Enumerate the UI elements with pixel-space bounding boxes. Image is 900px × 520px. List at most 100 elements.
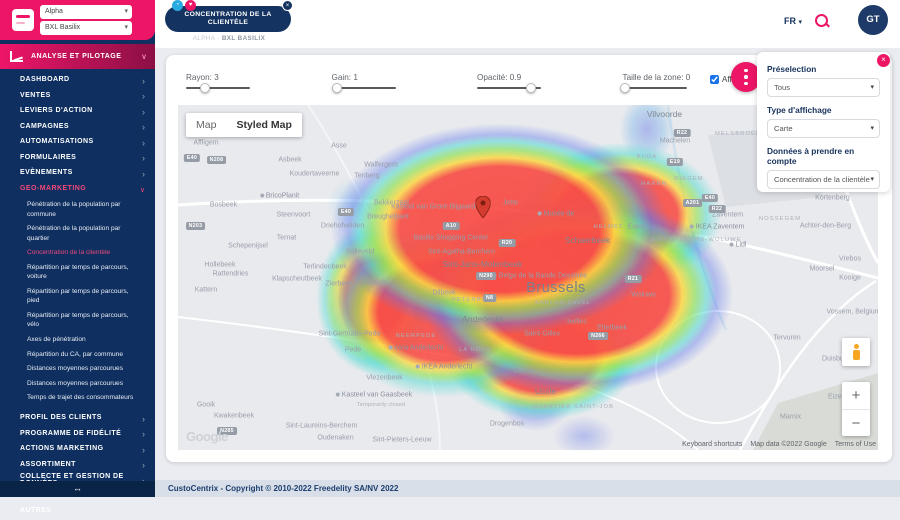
sidebar-item[interactable]: LEVIERS D'ACTION: [0, 103, 155, 119]
filter-badge-icon[interactable]: ◔: [172, 0, 183, 11]
road-badge: N290: [476, 272, 496, 280]
sidebar-item[interactable]: FORMULAIRES: [0, 150, 155, 166]
field-label: Type d'affichage: [767, 105, 880, 115]
map-place-label: Zibbeek: [362, 279, 387, 286]
map-place-label: Vossem, Belgium: [826, 309, 878, 316]
company-select[interactable]: Alpha: [40, 5, 132, 19]
submenu-item[interactable]: Pénétration de la population par commune: [27, 200, 139, 219]
submenu-item[interactable]: Concentration de la clientèle: [27, 248, 139, 258]
sidebar-item[interactable]: PROGRAMME DE FIDÉLITÉ: [0, 425, 155, 441]
road-badge: R21: [625, 275, 642, 283]
close-pill-icon[interactable]: ×: [282, 0, 293, 11]
map-place-label: Zierbeek: [325, 281, 352, 288]
map-place-label: Kortenberg: [815, 195, 850, 202]
submenu-item[interactable]: Répartition par temps de parcours, voitu…: [27, 263, 139, 282]
slider-track[interactable]: [332, 87, 396, 89]
slider-track[interactable]: [623, 87, 687, 89]
map-place-label: Drogenbos: [490, 421, 524, 428]
map-place-label: cora Anderlecht: [389, 345, 444, 352]
sidebar-item[interactable]: PROFIL DES CLIENTS: [0, 410, 155, 426]
slider-label: Rayon: 3: [186, 73, 302, 82]
submenu-item-label: Pénétration de la population par quartie…: [27, 225, 120, 242]
map-marker-pin[interactable]: [476, 196, 491, 218]
breadcrumb: ALPHA - BXL BASILIX: [155, 35, 303, 42]
sidebar-item[interactable]: EVÈNEMENTS: [0, 165, 155, 181]
sidebar-item-label: PROFIL DES CLIENTS: [20, 414, 102, 421]
submenu-item-label: Répartition par temps de parcours, pied: [27, 288, 129, 305]
submenu-item[interactable]: Temps de trajet des consommateurs: [27, 393, 139, 403]
slider-track[interactable]: [477, 87, 541, 89]
map-place-label: Tenberg: [354, 172, 379, 179]
favorite-heart-icon[interactable]: ♥: [185, 0, 196, 11]
sidebar-item[interactable]: ASSORTIMENT: [0, 456, 155, 472]
language-selector[interactable]: FR: [784, 16, 802, 26]
search-icon[interactable]: [814, 13, 830, 29]
google-logo[interactable]: Google: [186, 429, 228, 444]
map-place-label: Brussels: [526, 280, 586, 296]
sidebar-collapse-button[interactable]: ↔: [0, 481, 155, 497]
settings-field: Préselection Tous: [767, 64, 880, 97]
footer: CustoCentrix - Copyright © 2010-2022 Fre…: [155, 480, 900, 497]
slider-track[interactable]: [186, 87, 250, 89]
sidebar-item[interactable]: AUTOMATISATIONS: [0, 134, 155, 150]
submenu-item-label: Pénétration de la population par commune: [27, 201, 120, 218]
map-place-label: Saint-Gilles: [524, 331, 560, 338]
submenu-item[interactable]: Distances moyennes parcourues: [27, 364, 139, 374]
field-select[interactable]: Tous: [767, 78, 880, 97]
sidebar-item-label: AUTOMATISATIONS: [20, 138, 94, 145]
slider-label: Opacité: 0.9: [477, 73, 593, 82]
submenu-item[interactable]: Pénétration de la population par quartie…: [27, 224, 139, 243]
close-panel-icon[interactable]: ×: [877, 54, 890, 67]
slider-handle[interactable]: [332, 83, 342, 93]
map-place-label: Sint-Jans-Molenbeek: [443, 259, 523, 269]
road-badge: E19: [667, 158, 683, 166]
map-place-label: Buda: [637, 154, 658, 160]
keyboard-shortcuts-link[interactable]: Keyboard shortcuts: [682, 441, 742, 448]
map-type-styled-button[interactable]: Styled Map: [226, 113, 301, 137]
submenu-item-label: Répartition par temps de parcours, vélo: [27, 312, 129, 329]
sidebar-item[interactable]: AUTRES: [0, 503, 155, 519]
avatar[interactable]: GT: [858, 5, 888, 35]
map-place-label: Evere: [627, 224, 645, 231]
submenu-item[interactable]: Répartition par temps de parcours, vélo: [27, 311, 139, 330]
map-place-label: Driehofvelden: [321, 222, 364, 229]
submenu-item[interactable]: Répartition par temps de parcours, pied: [27, 287, 139, 306]
submenu-item[interactable]: Axes de pénétration: [27, 335, 139, 345]
sidebar-item[interactable]: CAMPAGNES: [0, 119, 155, 135]
slider: Opacité: 0.9: [477, 73, 593, 89]
slider-handle[interactable]: [526, 83, 536, 93]
map-place-label: Nossegem: [759, 216, 801, 222]
field-select[interactable]: Concentration de la clientèle: [767, 170, 880, 189]
field-select[interactable]: Carte: [767, 119, 880, 138]
zoom-out-button[interactable]: −: [842, 409, 870, 436]
breadcrumb-store: BXL BASILIX: [222, 35, 265, 42]
slider-handle[interactable]: [620, 83, 630, 93]
map-place-label: Kattern: [195, 286, 218, 293]
display-checkbox[interactable]: [710, 75, 719, 84]
sidebar-item[interactable]: ACTIONS MARKETING: [0, 441, 155, 457]
road-badge: N8: [483, 294, 496, 302]
sidebar-item-geo-marketing[interactable]: GEO-MARKETING: [0, 181, 155, 197]
sidebar-item[interactable]: DASHBOARD: [0, 72, 155, 88]
road-badge: R22: [709, 205, 726, 213]
map-place-label: Sablon Zavel: [535, 300, 591, 306]
sidebar-section-analyse[interactable]: ANALYSE ET PILOTAGE ∨: [0, 44, 155, 69]
map-place-label: Schaerbeek: [565, 235, 610, 245]
street-view-pegman-button[interactable]: [842, 338, 870, 366]
road-badge: N208: [207, 156, 227, 164]
slider-handle[interactable]: [200, 83, 210, 93]
map-place-label: Kooige: [839, 274, 861, 281]
map-place-label: Melsbroek: [715, 131, 761, 137]
map-place-label: Sint-Gertrudis-Pede: [319, 331, 381, 338]
submenu-item[interactable]: Répartition du CA, par commune: [27, 350, 139, 360]
sidebar-section-label: ANALYSE ET PILOTAGE: [31, 53, 121, 60]
sidebar-item-label: EVÈNEMENTS: [20, 169, 73, 176]
submenu-item[interactable]: Distances moyennes parcourues: [27, 379, 139, 389]
sidebar-item[interactable]: VENTES: [0, 88, 155, 104]
terms-of-use-link[interactable]: Terms of Use: [835, 441, 876, 448]
map-type-map-button[interactable]: Map: [186, 113, 226, 137]
zoom-in-button[interactable]: +: [842, 382, 870, 409]
field-label: Données à prendre en compte: [767, 146, 880, 166]
map-place-label: Moorsel: [810, 265, 835, 272]
store-select[interactable]: BXL Basilix: [40, 21, 132, 35]
